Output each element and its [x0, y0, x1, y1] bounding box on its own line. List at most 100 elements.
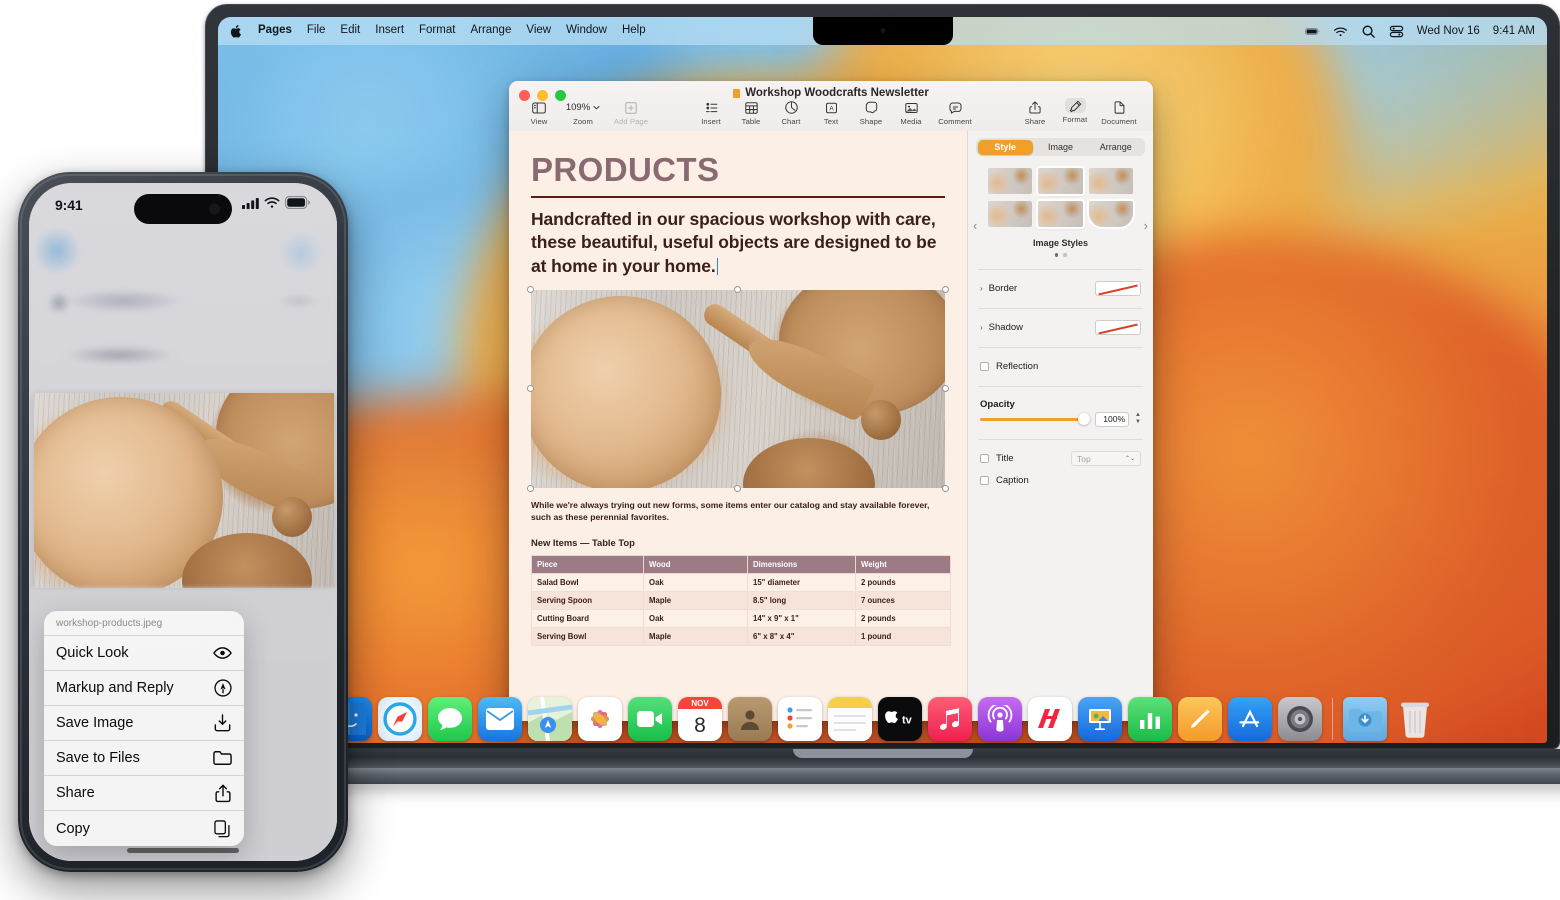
page-dot[interactable]: [1063, 253, 1067, 257]
menu-item-pages[interactable]: Pages: [258, 25, 292, 37]
title-checkbox[interactable]: [980, 454, 989, 463]
table-row[interactable]: Salad Bowl Oak 15" diameter 2 pounds: [531, 572, 951, 592]
macos-dock[interactable]: NOV 8 tv: [218, 685, 1547, 743]
table-button[interactable]: Table: [731, 100, 771, 126]
title-position-select[interactable]: Top ⌃⌄: [1071, 451, 1141, 466]
image-style-option[interactable]: [1088, 168, 1133, 194]
dock-item-photos[interactable]: [578, 697, 622, 741]
dock-item-numbers[interactable]: [1128, 697, 1172, 741]
image-style-grid[interactable]: [974, 168, 1147, 227]
context-menu-item-save-to-files[interactable]: Save to Files: [44, 741, 244, 776]
image-style-option[interactable]: [1038, 168, 1083, 194]
context-menu-item-quick-look[interactable]: Quick Look: [44, 636, 244, 671]
menubar-date[interactable]: Wed Nov 16: [1417, 25, 1480, 37]
tab-image[interactable]: Image: [1033, 140, 1088, 155]
menu-item-arrange[interactable]: Arrange: [470, 25, 511, 37]
dock-item-trash[interactable]: [1393, 697, 1437, 741]
menubar-time[interactable]: 9:41 AM: [1493, 25, 1535, 37]
document-page[interactable]: PRODUCTS Handcrafted in our spacious wor…: [509, 131, 967, 721]
chevron-right-icon[interactable]: ›: [1144, 218, 1148, 233]
image-style-option[interactable]: [1038, 201, 1083, 227]
opacity-control[interactable]: 100% ▲ ▼: [968, 411, 1153, 427]
view-button[interactable]: View: [519, 100, 559, 126]
dock-item-pages[interactable]: [1178, 697, 1222, 741]
resize-handle-bottom-left[interactable]: [527, 484, 534, 492]
border-row[interactable]: › Border: [968, 278, 1153, 300]
dock-item-safari[interactable]: [378, 697, 422, 741]
menu-item-edit[interactable]: Edit: [340, 25, 360, 37]
dock-item-tv[interactable]: tv: [878, 697, 922, 741]
context-menu-item-share[interactable]: Share: [44, 776, 244, 811]
image-caption-text[interactable]: While we're always trying out new forms,…: [531, 499, 935, 524]
product-photo[interactable]: [531, 289, 945, 488]
zoom-control[interactable]: 109% Zoom: [559, 100, 607, 126]
style-page-dots[interactable]: [974, 253, 1147, 257]
context-menu-item-save-image[interactable]: Save Image: [44, 706, 244, 741]
format-inspector-panel[interactable]: Style Image Arrange ‹ › Image Styles › B…: [967, 131, 1153, 721]
caption-checkbox[interactable]: [980, 476, 989, 485]
dock-item-notes[interactable]: [828, 697, 872, 741]
dock-item-maps[interactable]: [528, 697, 572, 741]
reflection-row[interactable]: Reflection: [968, 356, 1153, 378]
dock-item-keynote[interactable]: [1078, 697, 1122, 741]
context-menu-item-copy[interactable]: Copy: [44, 811, 244, 846]
caption-row[interactable]: Caption: [968, 470, 1153, 492]
dock-item-news[interactable]: [1028, 697, 1072, 741]
opacity-slider-knob[interactable]: [1078, 413, 1091, 425]
insert-button[interactable]: Insert: [691, 100, 731, 126]
photo-context-menu[interactable]: workshop-products.jpeg Quick Look Markup…: [44, 611, 244, 846]
image-styles-section[interactable]: ‹ › Image Styles: [968, 156, 1153, 261]
shadow-line-swatch[interactable]: [1095, 320, 1141, 335]
menu-item-insert[interactable]: Insert: [375, 25, 404, 37]
table-row[interactable]: Serving Spoon Maple 8.5" long 7 ounces: [531, 590, 951, 610]
resize-handle-bottom-right[interactable]: [942, 484, 949, 492]
image-style-option[interactable]: [988, 201, 1033, 227]
page-title[interactable]: PRODUCTS: [531, 153, 945, 186]
dock-item-calendar[interactable]: NOV 8: [678, 697, 722, 741]
stepper-down-icon[interactable]: ▼: [1135, 419, 1141, 425]
home-indicator[interactable]: [127, 848, 239, 853]
message-photo-attachment[interactable]: [34, 393, 334, 588]
tab-arrange[interactable]: Arrange: [1088, 140, 1143, 155]
shadow-row[interactable]: › Shadow: [968, 317, 1153, 339]
dock-item-downloads[interactable]: [1343, 697, 1387, 741]
opacity-slider[interactable]: [980, 413, 1091, 425]
resize-handle-top-right[interactable]: [942, 285, 949, 293]
resize-handle-top-left[interactable]: [527, 285, 534, 293]
apple-logo-icon[interactable]: [230, 24, 243, 39]
battery-icon[interactable]: [1304, 24, 1320, 39]
document-button[interactable]: Document: [1095, 100, 1143, 126]
inspector-tabs[interactable]: Style Image Arrange: [976, 138, 1145, 156]
dock-item-messages[interactable]: [428, 697, 472, 741]
search-icon[interactable]: [1361, 24, 1376, 39]
border-line-swatch[interactable]: [1095, 281, 1141, 296]
menu-item-view[interactable]: View: [526, 25, 551, 37]
zoom-value-pill[interactable]: 109%: [562, 100, 604, 115]
selected-image[interactable]: [527, 285, 949, 492]
tab-style[interactable]: Style: [977, 139, 1033, 155]
dock-item-system-settings[interactable]: [1278, 697, 1322, 741]
format-brush-icon[interactable]: [1064, 98, 1086, 113]
resize-handle-right[interactable]: [942, 384, 949, 392]
chevron-right-icon[interactable]: ›: [980, 284, 983, 293]
pages-toolbar[interactable]: View 109% Zoom Add Page Insert Table Cha…: [509, 98, 1153, 131]
media-button[interactable]: Media: [891, 100, 931, 126]
menu-item-file[interactable]: File: [307, 25, 326, 37]
comment-button[interactable]: Comment: [931, 100, 979, 126]
chevron-left-icon[interactable]: ‹: [973, 218, 977, 233]
lead-paragraph[interactable]: Handcrafted in our spacious workshop wit…: [531, 208, 945, 278]
resize-handle-bottom[interactable]: [734, 484, 741, 492]
resize-handle-top[interactable]: [734, 285, 741, 293]
page-dot-active[interactable]: [1054, 253, 1058, 257]
document-scroll-area[interactable]: PRODUCTS Handcrafted in our spacious wor…: [509, 131, 967, 721]
table-subheading[interactable]: New Items — Table Top: [531, 537, 945, 548]
dock-item-contacts[interactable]: [728, 697, 772, 741]
table-row[interactable]: Serving Bowl Maple 6" x 8" x 4" 1 pound: [531, 626, 951, 646]
pages-app-window[interactable]: Workshop Woodcrafts Newsletter View 109%…: [509, 81, 1153, 721]
dock-item-facetime[interactable]: [628, 697, 672, 741]
shape-button[interactable]: Shape: [851, 100, 891, 126]
stepper-up-icon[interactable]: ▲: [1135, 412, 1141, 418]
opacity-stepper[interactable]: ▲ ▼: [1135, 412, 1141, 425]
image-style-option[interactable]: [988, 168, 1033, 194]
menu-item-window[interactable]: Window: [566, 25, 607, 37]
